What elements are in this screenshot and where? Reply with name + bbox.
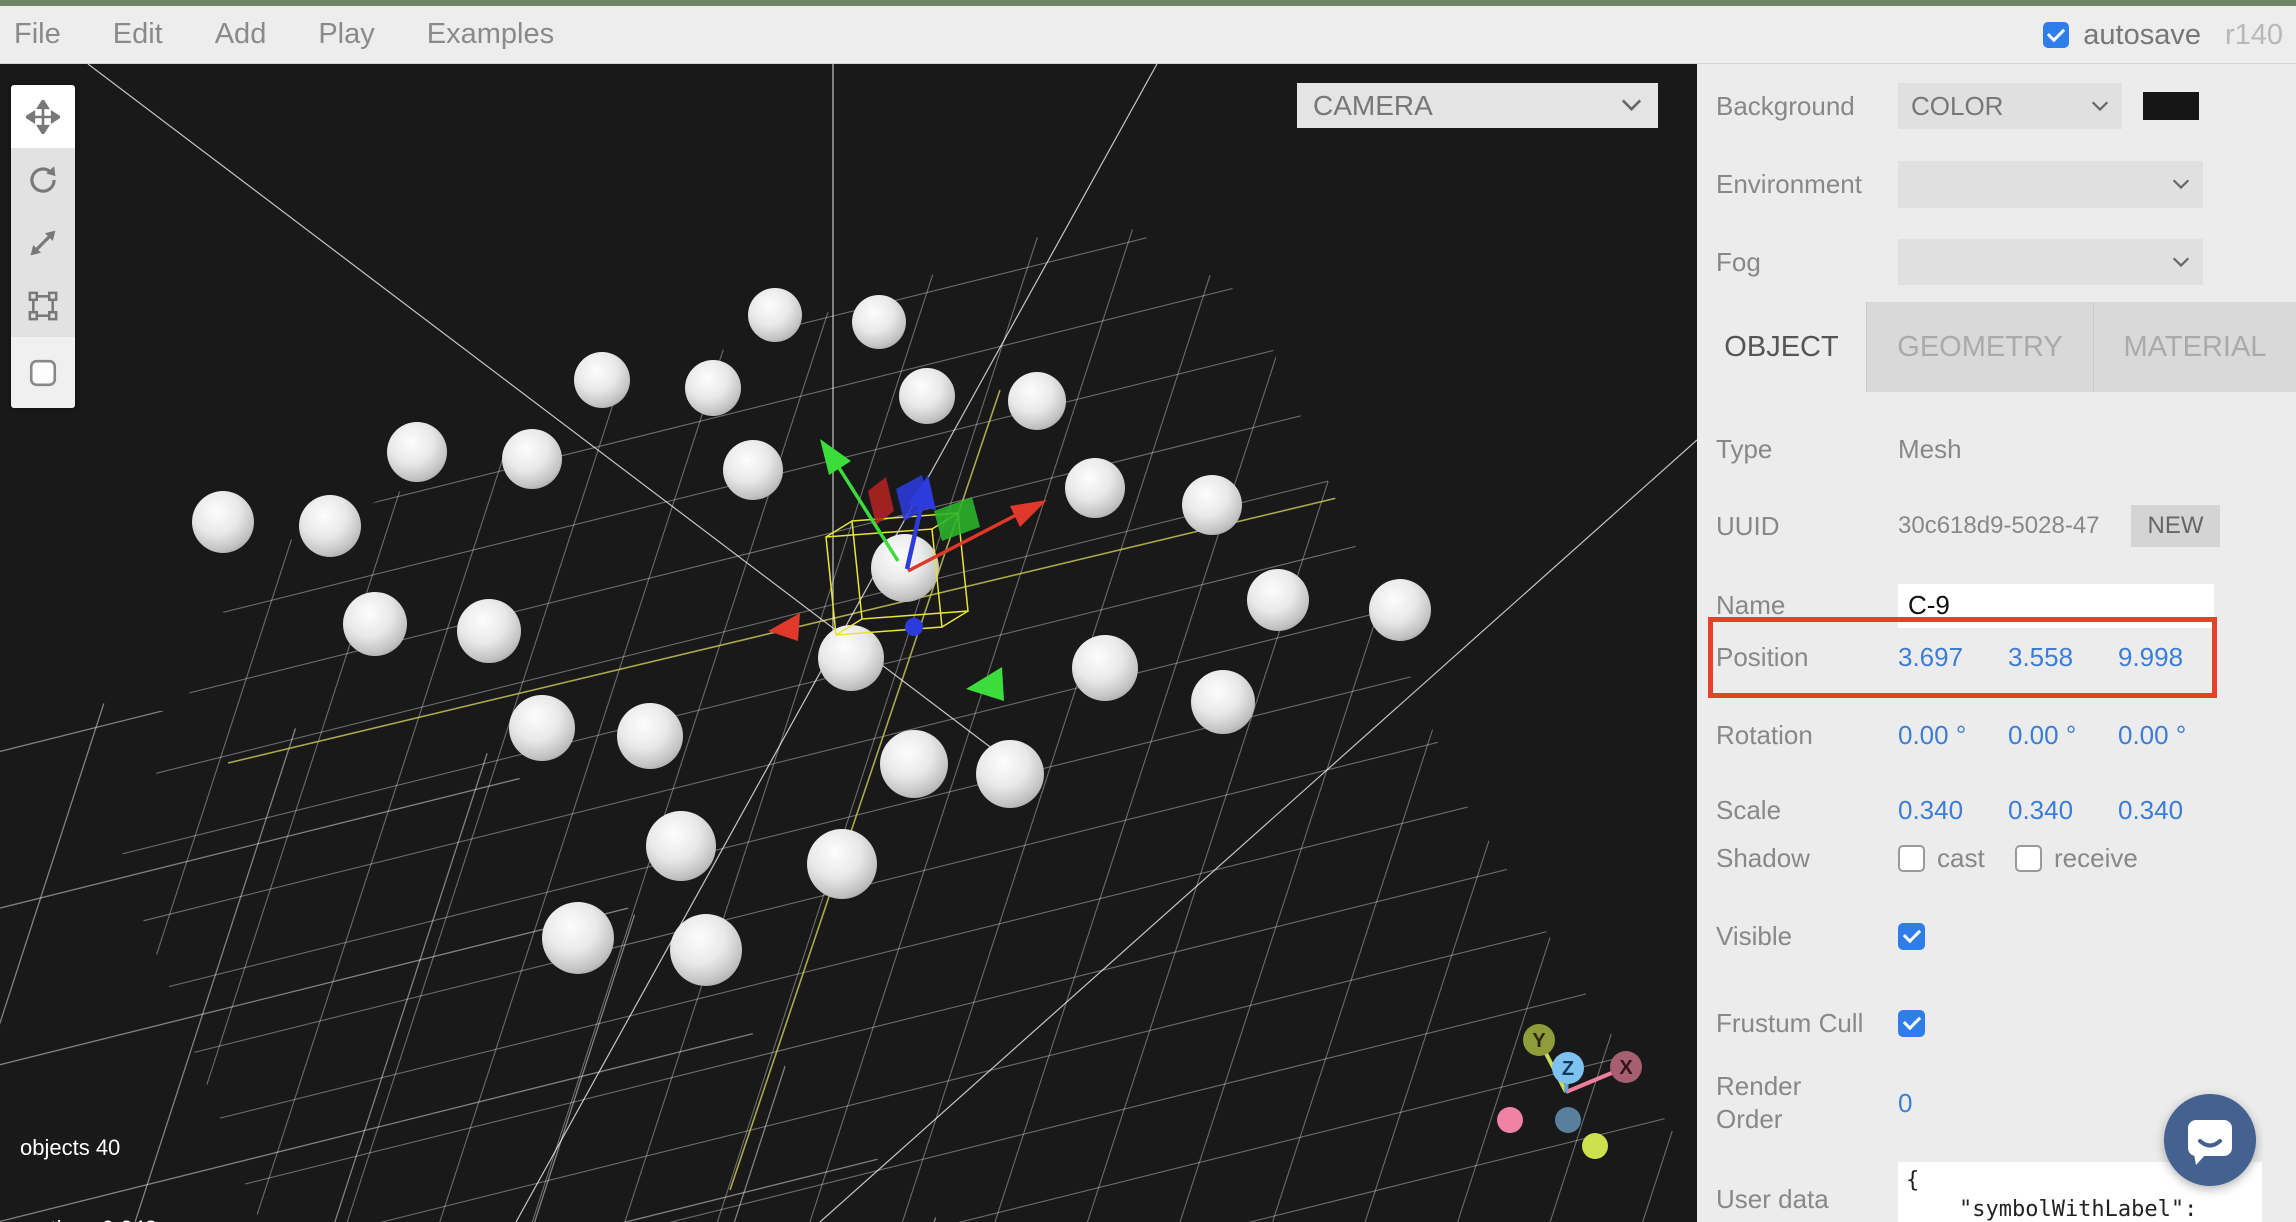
environment-label: Environment (1716, 169, 1862, 200)
user-data-label: User data (1716, 1184, 1829, 1215)
fog-select[interactable] (1898, 239, 2203, 285)
tab-object[interactable]: OBJECT (1697, 302, 1866, 392)
uuid-value: 30c618d9-5028-47 (1898, 512, 2128, 540)
box-select-icon (25, 288, 61, 324)
translate-tool-button[interactable] (11, 85, 75, 148)
autosave-label: autosave (2083, 19, 2201, 52)
svg-text:Y: Y (1532, 1030, 1546, 1052)
menu-examples[interactable]: Examples (427, 18, 554, 51)
scale-label: Scale (1716, 795, 1781, 826)
autosave-checkbox[interactable] (2043, 22, 2069, 48)
render-order-field[interactable]: 0 (1898, 1088, 1912, 1119)
rotate-icon (26, 163, 60, 197)
position-x-field[interactable]: 3.697 (1898, 642, 1998, 673)
environment-select[interactable] (1898, 161, 2203, 208)
viewport: Y X Z (0, 64, 1697, 1222)
background-label: Background (1716, 91, 1855, 122)
background-type-select[interactable]: COLOR (1898, 83, 2122, 129)
rotation-label: Rotation (1716, 720, 1813, 751)
uuid-new-button[interactable]: NEW (2131, 505, 2220, 547)
render-stats: objects 40 vertices 9,248 triangles 15,3… (20, 1080, 202, 1222)
position-y-field[interactable]: 3.558 (2008, 642, 2108, 673)
background-color-swatch[interactable] (2143, 92, 2199, 120)
scale-tool-button[interactable] (11, 211, 75, 274)
scale-icon (26, 226, 60, 260)
chevron-down-icon (2091, 101, 2109, 112)
background-select-value: COLOR (1911, 91, 2003, 122)
menu-edit[interactable]: Edit (113, 18, 163, 51)
position-label: Position (1716, 642, 1809, 673)
visible-label: Visible (1716, 921, 1792, 952)
position-row-highlight: Position 3.697 3.558 9.998 (1708, 617, 2217, 698)
revision-label: r140 (2225, 19, 2283, 52)
rotation-z-field[interactable]: 0.00 ° (2118, 720, 2218, 751)
type-label: Type (1716, 434, 1772, 465)
render-order-label: Render Order (1716, 1070, 1836, 1136)
checkbox-outline-icon (26, 356, 60, 390)
sidebar-properties: Background COLOR Environment Fog (1697, 64, 2296, 1222)
stats-vertices: vertices 9,248 (20, 1215, 202, 1222)
camera-select[interactable]: CAMERA (1297, 83, 1658, 128)
camera-select-value: CAMERA (1313, 90, 1433, 122)
chat-bubble-icon (2184, 1114, 2236, 1166)
shadow-label: Shadow (1716, 843, 1810, 874)
scale-y-field[interactable]: 0.340 (2008, 795, 2108, 826)
shadow-receive-checkbox[interactable] (2015, 845, 2042, 872)
scale-x-field[interactable]: 0.340 (1898, 795, 1998, 826)
chevron-down-icon (2172, 257, 2190, 268)
menu-file[interactable]: File (14, 18, 61, 51)
chat-launcher-button[interactable] (2164, 1094, 2256, 1186)
shadow-receive-label: receive (2054, 843, 2138, 874)
local-space-toggle[interactable] (11, 337, 75, 408)
box-select-tool-button[interactable] (11, 274, 75, 337)
chevron-down-icon (2172, 179, 2190, 190)
rotation-y-field[interactable]: 0.00 ° (2008, 720, 2108, 751)
tab-material[interactable]: MATERIAL (2093, 302, 2296, 392)
svg-text:Z: Z (1562, 1058, 1574, 1080)
menu-add[interactable]: Add (215, 18, 267, 51)
visible-checkbox[interactable] (1898, 923, 1925, 950)
shadow-cast-label: cast (1937, 843, 1985, 874)
scale-z-field[interactable]: 0.340 (2118, 795, 2218, 826)
menu-play[interactable]: Play (318, 18, 374, 51)
svg-text:X: X (1619, 1057, 1633, 1079)
tab-geometry[interactable]: GEOMETRY (1866, 302, 2093, 392)
translate-icon (26, 100, 60, 134)
chevron-down-icon (1621, 99, 1642, 112)
type-value: Mesh (1898, 434, 2098, 465)
properties-tabbar: OBJECT GEOMETRY MATERIAL (1697, 302, 2296, 392)
fog-label: Fog (1716, 247, 1761, 278)
frustum-cull-label: Frustum Cull (1716, 1007, 1866, 1040)
menubar: File Edit Add Play Examples autosave r14… (0, 6, 2296, 64)
shadow-cast-checkbox[interactable] (1898, 845, 1925, 872)
rotation-x-field[interactable]: 0.00 ° (1898, 720, 1998, 751)
uuid-label: UUID (1716, 511, 1780, 542)
threejs-editor: File Edit Add Play Examples autosave r14… (0, 0, 2296, 1222)
transform-toolbar (11, 85, 75, 408)
rotate-tool-button[interactable] (11, 148, 75, 211)
stats-objects: objects 40 (20, 1134, 202, 1161)
position-z-field[interactable]: 9.998 (2118, 642, 2218, 673)
viewport-canvas[interactable]: Y X Z (0, 64, 1697, 1222)
frustum-cull-checkbox[interactable] (1898, 1010, 1925, 1037)
